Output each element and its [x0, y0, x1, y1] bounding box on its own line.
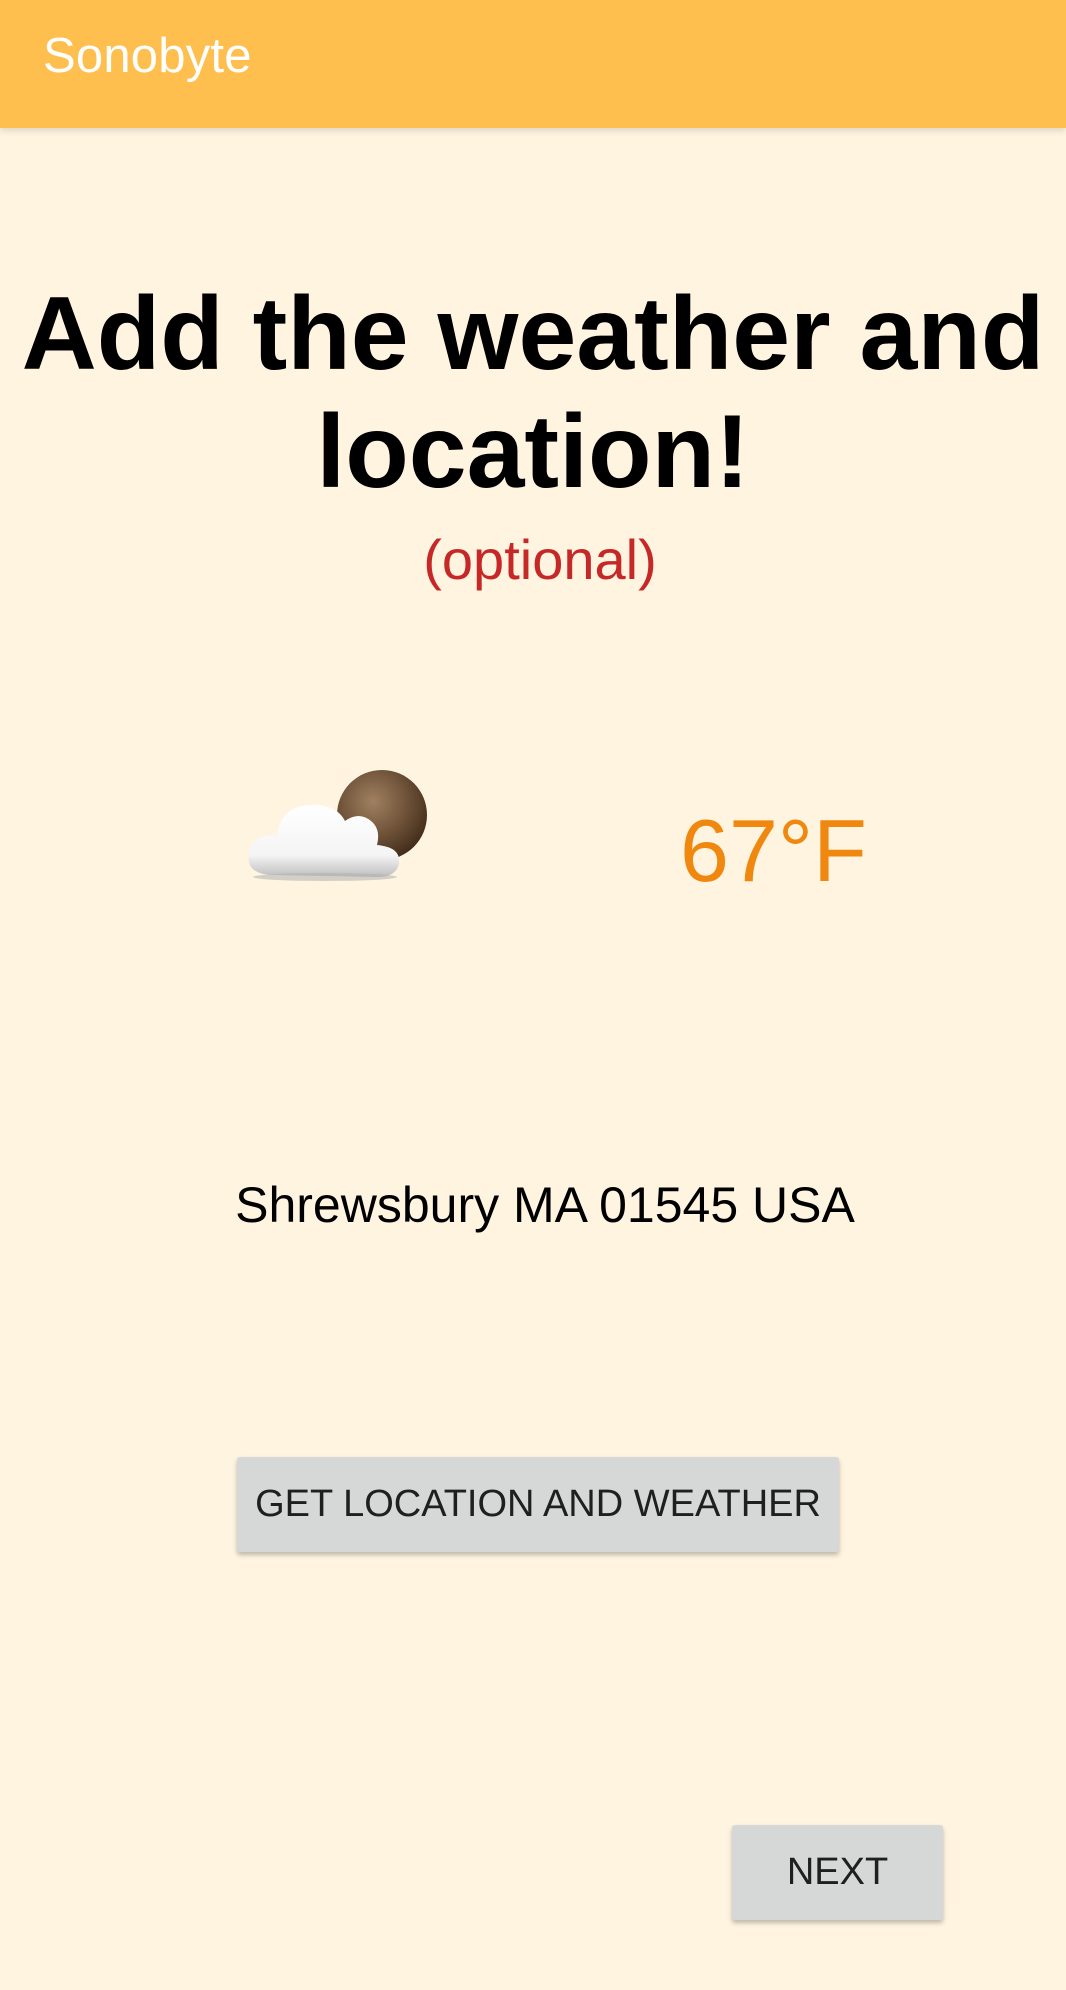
optional-note: (optional) [423, 528, 657, 591]
next-button[interactable]: NEXT [732, 1825, 943, 1920]
temperature-value: 67°F [680, 801, 867, 900]
partly-cloudy-night-icon [245, 765, 435, 885]
location-text: Shrewsbury MA 01545 USA [235, 1177, 855, 1233]
page-headline: Add the weather and location! [21, 276, 1045, 510]
app-title: Sonobyte [43, 29, 252, 83]
get-location-weather-button[interactable]: GET LOCATION AND WEATHER [237, 1457, 839, 1552]
app-bar: Sonobyte [0, 0, 1066, 128]
